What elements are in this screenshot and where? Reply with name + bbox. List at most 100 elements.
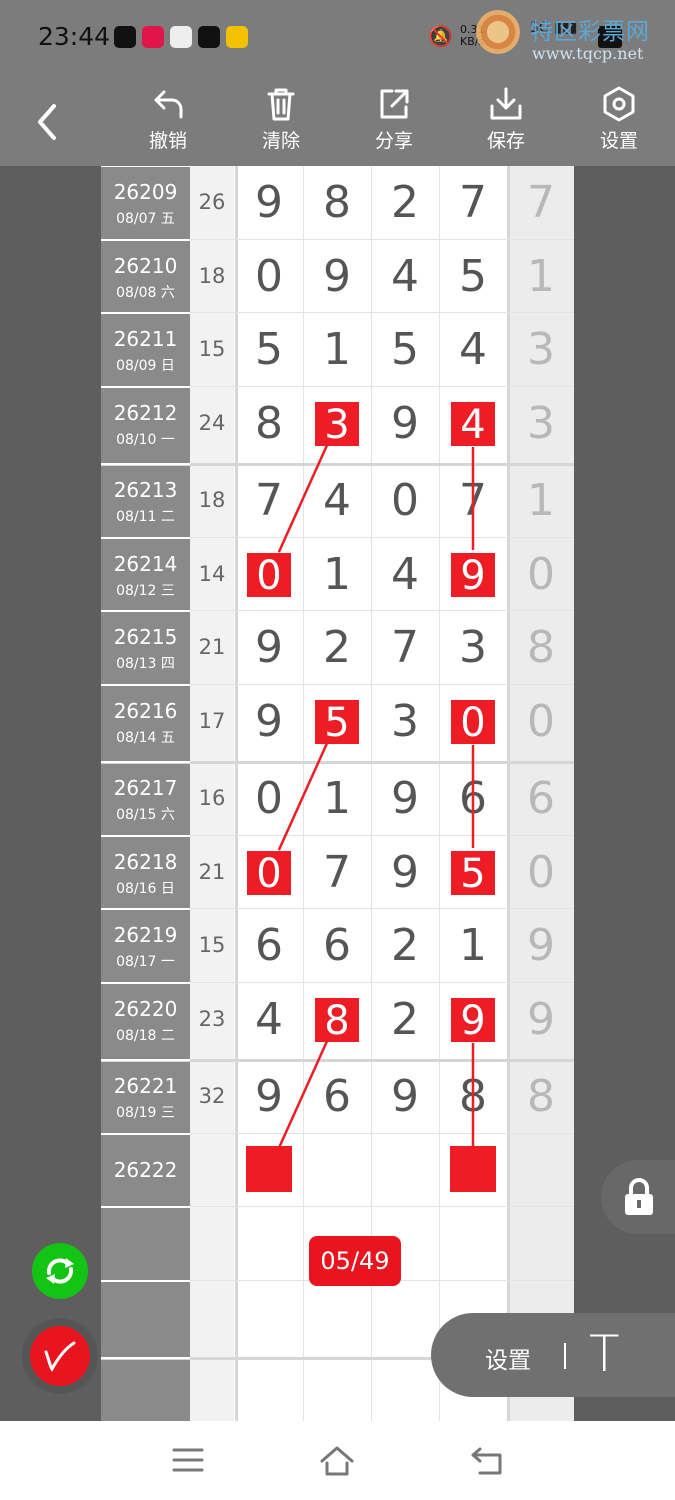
digit-cell[interactable]: 4 (439, 313, 507, 386)
digit-cell[interactable]: 3 (507, 387, 574, 460)
digit-cell[interactable]: 5 (235, 313, 303, 386)
table-row[interactable]: 26213 08/11 二 18 7 4 0 7 1 (101, 464, 574, 537)
digit-cell[interactable] (371, 1134, 439, 1207)
digit-cell[interactable]: 0 (235, 762, 303, 835)
table-row[interactable]: 26214 08/12 三 14 0 1 4 9 0 (101, 538, 574, 611)
digit-cell[interactable]: 8 (507, 611, 574, 684)
table-row[interactable]: 26219 08/17 一 15 6 6 2 1 9 (101, 909, 574, 982)
digit-cell[interactable] (303, 1134, 371, 1207)
save-button[interactable]: 保存 (466, 86, 546, 153)
digit-cell[interactable]: 9 (235, 611, 303, 684)
draw-tool-button[interactable] (22, 1318, 98, 1394)
digit-cell[interactable]: 1 (303, 762, 371, 835)
digit-cell[interactable]: 8 (507, 1060, 574, 1133)
digit-cell[interactable]: 8 (303, 166, 371, 239)
digit-cell[interactable]: 3 (303, 387, 371, 460)
clear-button[interactable]: 清除 (241, 86, 321, 153)
table-row[interactable]: 26221 08/19 三 32 9 6 9 8 8 (101, 1060, 574, 1133)
digit-cell[interactable]: 7 (439, 166, 507, 239)
prediction-marker[interactable] (246, 1146, 292, 1192)
prediction-marker[interactable] (450, 1146, 496, 1192)
digit-cell[interactable]: 0 (235, 836, 303, 909)
table-row[interactable]: 26218 08/16 日 21 0 7 9 5 0 (101, 836, 574, 909)
digit-cell[interactable]: 9 (235, 1060, 303, 1133)
digit-cell[interactable]: 6 (303, 1060, 371, 1133)
text-tool-button[interactable]: T (589, 1325, 620, 1383)
digit-cell[interactable]: 9 (371, 1060, 439, 1133)
digit-cell[interactable]: 0 (507, 685, 574, 758)
digit-cell[interactable]: 7 (507, 166, 574, 239)
refresh-button[interactable] (32, 1243, 88, 1299)
home-icon[interactable] (319, 1445, 355, 1477)
digit-cell[interactable]: 3 (371, 685, 439, 758)
settings-button[interactable]: 设置 (579, 86, 659, 153)
digit-cell[interactable]: 5 (439, 836, 507, 909)
digit-cell[interactable]: 8 (303, 983, 371, 1056)
digit-cell[interactable]: 7 (439, 464, 507, 537)
digit-cell[interactable]: 3 (507, 313, 574, 386)
digit-cell[interactable]: 3 (439, 611, 507, 684)
table-row[interactable]: 26211 08/09 日 15 5 1 5 4 3 (101, 313, 574, 386)
lock-button[interactable] (601, 1160, 675, 1234)
digit-cell[interactable]: 2 (303, 611, 371, 684)
digit-cell[interactable]: 1 (303, 538, 371, 611)
digit-cell[interactable]: 5 (303, 685, 371, 758)
digit-cell[interactable]: 2 (371, 983, 439, 1056)
digit-cell[interactable]: 9 (507, 983, 574, 1056)
digit-cell[interactable]: 7 (303, 836, 371, 909)
digit-cell[interactable]: 8 (235, 387, 303, 460)
digit-cell[interactable]: 2 (371, 166, 439, 239)
digit-cell[interactable]: 1 (507, 240, 574, 313)
digit-cell[interactable]: 0 (235, 240, 303, 313)
digit-cell[interactable]: 1 (303, 313, 371, 386)
digit-cell[interactable]: 0 (439, 685, 507, 758)
digit-cell[interactable]: 7 (235, 464, 303, 537)
digit-cell[interactable]: 7 (371, 611, 439, 684)
digit-cell[interactable]: 8 (439, 1060, 507, 1133)
digit-cell[interactable]: 1 (507, 464, 574, 537)
digit-cell[interactable]: 9 (371, 836, 439, 909)
table-row[interactable]: 26222 (101, 1134, 574, 1207)
digit-cell[interactable]: 0 (507, 538, 574, 611)
digit-cell[interactable]: 9 (507, 909, 574, 982)
share-button[interactable]: 分享 (354, 86, 434, 153)
back-nav-icon[interactable] (470, 1445, 504, 1477)
digit-cell[interactable]: 9 (235, 166, 303, 239)
digit-cell[interactable]: 0 (235, 538, 303, 611)
digit-cell[interactable]: 6 (235, 909, 303, 982)
table-row[interactable]: 26220 08/18 二 23 4 8 2 9 9 (101, 983, 574, 1056)
digit-cell[interactable]: 4 (303, 464, 371, 537)
digit-cell[interactable]: 9 (439, 538, 507, 611)
digit-cell[interactable]: 4 (371, 538, 439, 611)
table-row[interactable]: 26217 08/15 六 16 0 1 9 6 6 (101, 762, 574, 835)
table-row[interactable]: 26212 08/10 一 24 8 3 9 4 3 (101, 387, 574, 460)
digit-cell[interactable] (507, 1134, 574, 1207)
back-button[interactable] (30, 100, 70, 144)
digit-cell[interactable]: 5 (439, 240, 507, 313)
digit-cell[interactable]: 9 (439, 983, 507, 1056)
digit-cell[interactable]: 6 (439, 762, 507, 835)
digit-cell[interactable]: 6 (303, 909, 371, 982)
menu-icon[interactable] (172, 1445, 204, 1475)
digit-cell[interactable]: 6 (507, 762, 574, 835)
digit-cell[interactable]: 4 (371, 240, 439, 313)
digit-cell[interactable]: 9 (235, 685, 303, 758)
page-indicator[interactable]: 05/49 (309, 1236, 401, 1286)
digit-cell[interactable]: 5 (371, 313, 439, 386)
floating-settings-button[interactable]: 设置 (485, 1341, 531, 1375)
digit-cell[interactable]: 4 (439, 387, 507, 460)
digit-cell[interactable]: 9 (303, 240, 371, 313)
digit-cell[interactable]: 2 (371, 909, 439, 982)
lottery-trend-grid[interactable]: 26209 08/07 五 26 9 8 2 7 7 26210 08/08 六 18 0 9 4 5 1 26… (101, 166, 574, 1421)
digit-cell[interactable]: 1 (439, 909, 507, 982)
digit-cell[interactable]: 9 (371, 762, 439, 835)
digit-cell[interactable]: 0 (371, 464, 439, 537)
table-row[interactable]: 26209 08/07 五 26 9 8 2 7 7 (101, 166, 574, 239)
table-row[interactable]: 26210 08/08 六 18 0 9 4 5 1 (101, 240, 574, 313)
table-row[interactable]: 26216 08/14 五 17 9 5 3 0 0 (101, 685, 574, 758)
digit-cell[interactable]: 9 (371, 387, 439, 460)
digit-cell[interactable]: 4 (235, 983, 303, 1056)
digit-cell[interactable]: 0 (507, 836, 574, 909)
table-row[interactable]: 26215 08/13 四 21 9 2 7 3 8 (101, 611, 574, 684)
undo-button[interactable]: 撤销 (128, 86, 208, 153)
